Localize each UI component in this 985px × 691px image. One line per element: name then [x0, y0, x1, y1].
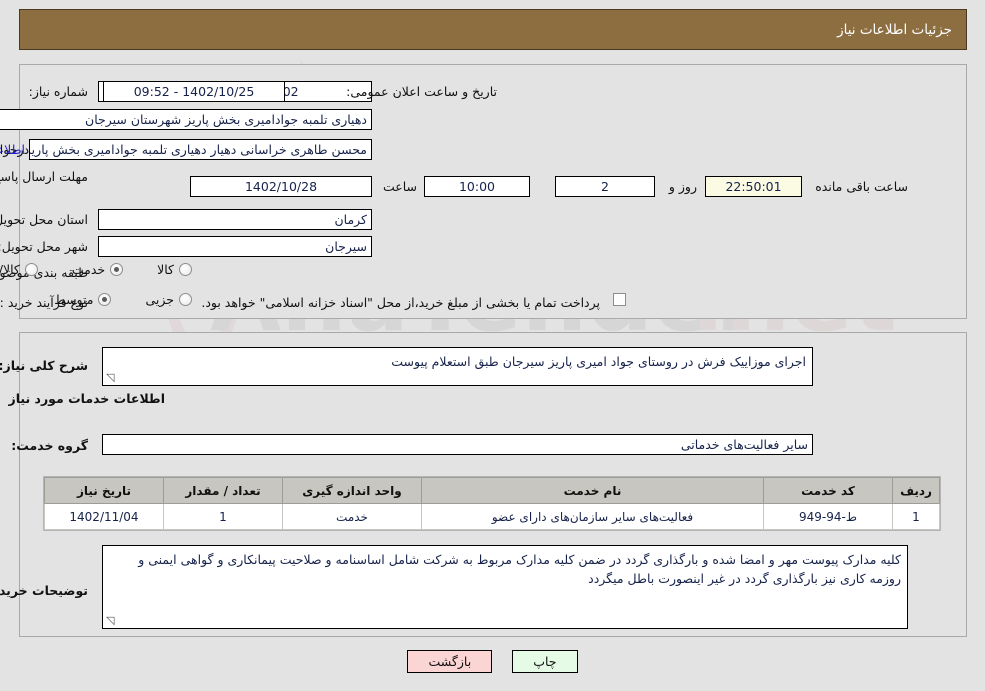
process-label-0: جزیی — [145, 292, 174, 307]
service-group-value: سایر فعالیت‌های خدماتی — [102, 434, 813, 455]
table-cell-name: فعالیت‌های سایر سازمان‌های دارای عضو — [421, 503, 764, 530]
summary-text: اجرای موزاییک فرش در روستای جواد امیری پ… — [391, 354, 806, 369]
category-label-0: کالا — [157, 262, 174, 277]
services-table: ردیف کد خدمت نام خدمت واحد اندازه گیری تعداد… — [44, 477, 940, 530]
city-label: شهر محل تحویل: — [0, 239, 88, 254]
process-radio-group[interactable]: جزیی متوسط — [54, 292, 192, 307]
table-row: 1 ط-94-949 فعالیت‌های سایر سازمان‌های دارا… — [44, 503, 940, 530]
province-value: کرمان — [98, 209, 372, 230]
buyer-notes-textarea[interactable]: کلیه مدارک پیوست مهر و امضا شده و بارگذا… — [102, 545, 908, 629]
page-root: AnaTender .net جزئیات اطلاعات نیاز شماره… — [0, 0, 985, 691]
category-radio-2[interactable] — [24, 263, 38, 276]
days-and-label: روز و — [668, 179, 697, 194]
category-radio-1[interactable] — [110, 263, 124, 276]
category-option-1[interactable]: خدمت — [71, 262, 124, 277]
table-col-header: واحد اندازه گیری — [282, 477, 422, 504]
table-col-header: کد خدمت — [763, 477, 893, 504]
category-radio-0[interactable] — [179, 263, 192, 276]
back-button[interactable]: بازگشت — [407, 650, 493, 673]
city-value: سیرجان — [98, 236, 372, 257]
process-radio-0[interactable] — [179, 293, 192, 306]
buyer-notes-text: کلیه مدارک پیوست مهر و امضا شده و بارگذا… — [138, 552, 901, 586]
category-option-2[interactable]: کالا/خدمت — [0, 262, 38, 277]
announce-label: تاریخ و ساعت اعلان عمومی: — [346, 84, 497, 99]
print-button[interactable]: چاپ — [512, 650, 578, 673]
remaining-suffix: ساعت باقی مانده — [815, 179, 908, 194]
process-radio-1[interactable] — [98, 293, 112, 306]
deadline-date: 1402/10/28 — [190, 176, 372, 197]
process-option-0[interactable]: جزیی — [145, 292, 192, 307]
process-option-1[interactable]: متوسط — [54, 292, 112, 307]
resize-grip-icon[interactable]: ◸ — [106, 371, 116, 384]
category-option-0[interactable]: کالا — [157, 262, 192, 277]
deadline-hour: 10:00 — [424, 176, 530, 197]
resize-grip-icon[interactable]: ◸ — [106, 614, 116, 627]
creator-value: محسن طاهری خراسانی دهیار دهیاری تلمبه جو… — [29, 139, 372, 160]
summary-label: شرح کلی نیاز: — [0, 358, 88, 373]
table-cell-unit: خدمت — [282, 503, 422, 530]
page-title: جزئیات اطلاعات نیاز — [837, 21, 952, 38]
action-buttons: بازگشت چاپ — [0, 650, 985, 673]
remaining-countdown: 22:50:01 — [705, 176, 802, 197]
table-col-header: تعداد / مقدار — [163, 477, 283, 504]
table-cell-date: 1402/11/04 — [44, 503, 164, 530]
table-header-row: ردیف کد خدمت نام خدمت واحد اندازه گیری تعداد… — [44, 477, 940, 504]
buyer-notes-label: توضیحات خریدار: — [0, 583, 88, 598]
deadline-hour-label: ساعت — [382, 179, 417, 194]
remaining-days: 2 — [555, 176, 655, 197]
table-cell-qty: 1 — [163, 503, 283, 530]
service-group-label: گروه خدمت: — [11, 438, 88, 453]
table-col-header: نام خدمت — [421, 477, 764, 504]
process-label-1: متوسط — [54, 292, 94, 307]
buyer-contact-link[interactable]: اطلاعات تماس خریدار — [0, 142, 25, 157]
deadline-label: مهلت ارسال پاسخ: تا تاریخ: — [0, 169, 88, 184]
need-number-label: شماره نیاز: — [28, 84, 88, 99]
summary-textarea[interactable]: اجرای موزاییک فرش در روستای جواد امیری پ… — [102, 347, 813, 386]
announce-value: 1402/10/25 - 09:52 — [103, 81, 285, 102]
table-col-header: تاریخ نیاز — [44, 477, 164, 504]
page-header: جزئیات اطلاعات نیاز — [19, 9, 967, 50]
treasury-bond-checkbox[interactable] — [613, 293, 626, 306]
table-cell-row: 1 — [892, 503, 940, 530]
treasury-bond-label: پرداخت تمام یا بخشی از مبلغ خرید،از محل … — [201, 295, 600, 310]
table-col-header: ردیف — [892, 477, 940, 504]
services-section-title: اطلاعات خدمات مورد نیاز — [8, 391, 166, 406]
category-radio-group[interactable]: کالا خدمت کالا/خدمت — [0, 262, 192, 277]
buyer-org-value: دهیاری تلمبه جوادامیری بخش پاریز شهرستان… — [0, 109, 372, 130]
category-label-2: کالا/خدمت — [0, 262, 20, 277]
province-label: استان محل تحویل: — [0, 212, 88, 227]
table-cell-code: ط-94-949 — [763, 503, 893, 530]
category-label-1: خدمت — [71, 262, 106, 277]
